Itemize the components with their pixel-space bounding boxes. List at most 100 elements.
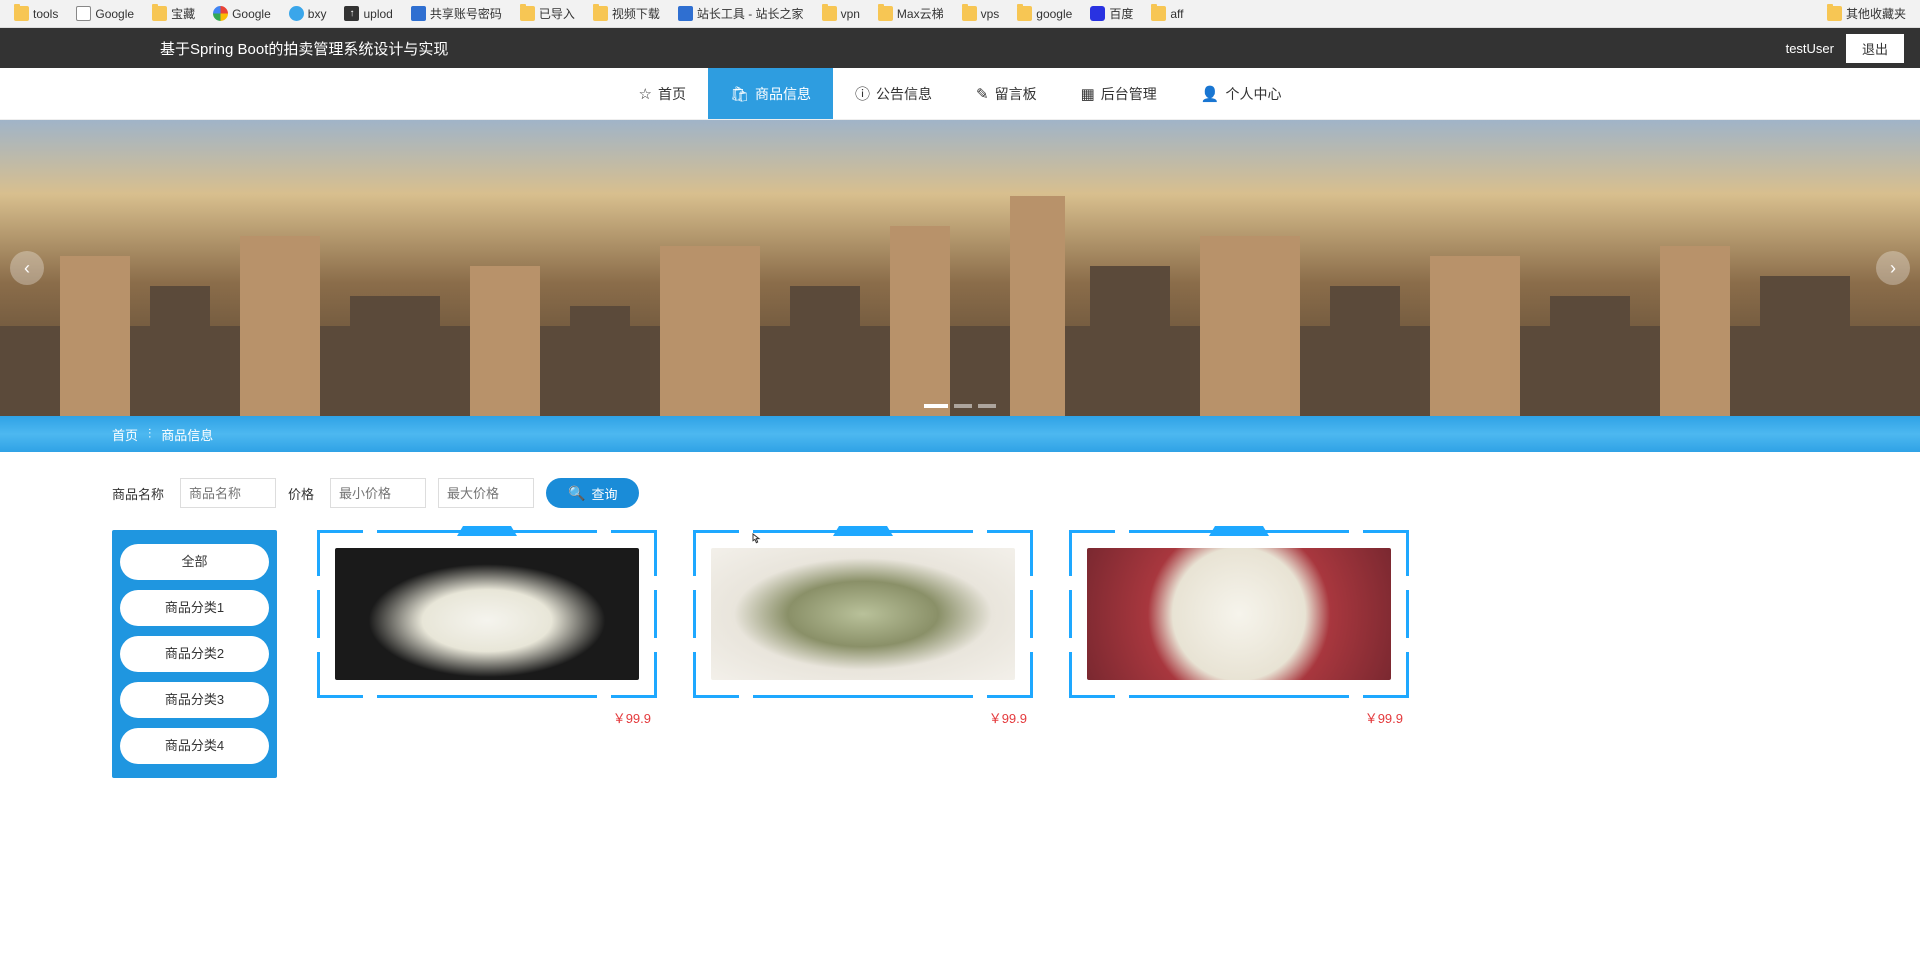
carousel-dot[interactable]	[924, 404, 948, 408]
bookmark-label: google	[1036, 7, 1072, 21]
nav-icon: ⓘ	[855, 83, 870, 104]
nav-label: 个人中心	[1225, 84, 1281, 104]
product-image	[335, 548, 639, 680]
nav-item[interactable]: 👤 个人中心	[1179, 68, 1304, 119]
bookmark-label: Google	[232, 7, 271, 21]
product-card[interactable]: ￥99.9	[1069, 530, 1409, 727]
max-price-input[interactable]	[438, 478, 534, 508]
bookmark-item[interactable]: 视频下载	[587, 3, 666, 24]
nav-label: 留言板	[995, 84, 1037, 104]
search-button[interactable]: 🔍 查询	[546, 478, 639, 508]
bookmark-other-folder[interactable]: 其他收藏夹	[1821, 3, 1912, 24]
name-label: 商品名称	[112, 484, 164, 503]
product-frame	[693, 530, 1033, 698]
category-item[interactable]: 商品分类2	[120, 636, 269, 672]
bookmark-label: 共享账号密码	[430, 5, 502, 22]
breadcrumb-current: 商品信息	[161, 425, 213, 444]
nav-label: 公告信息	[876, 84, 932, 104]
search-button-label: 查询	[591, 484, 617, 503]
carousel-prev-button[interactable]: ‹	[10, 251, 44, 285]
category-item[interactable]: 商品分类3	[120, 682, 269, 718]
bookmark-item[interactable]: 共享账号密码	[405, 3, 508, 24]
bookmark-label: 站长工具 - 站长之家	[697, 5, 804, 22]
nav-icon: ☆	[639, 85, 652, 103]
bookmark-item[interactable]: aff	[1145, 4, 1189, 23]
bookmark-item[interactable]: google	[1011, 4, 1078, 23]
bookmark-item[interactable]: vpn	[816, 4, 866, 23]
nav-item[interactable]: ▦ 后台管理	[1059, 68, 1179, 119]
nav-label: 后台管理	[1101, 84, 1157, 104]
bookmark-label: vpn	[841, 7, 860, 21]
breadcrumb-home[interactable]: 首页	[112, 425, 138, 444]
product-image	[711, 548, 1015, 680]
nav-label: 商品信息	[755, 84, 811, 104]
nav-icon: 🛍	[730, 85, 749, 103]
bookmark-item[interactable]: 百度	[1084, 3, 1139, 24]
skyline-decor	[0, 196, 1920, 416]
bookmark-item[interactable]: 已导入	[514, 3, 581, 24]
breadcrumb-sep: ⫶	[148, 426, 151, 442]
username-label: testUser	[1786, 41, 1834, 56]
nav-icon: ▦	[1081, 85, 1095, 103]
product-name-input[interactable]	[180, 478, 276, 508]
bookmark-item[interactable]: 站长工具 - 站长之家	[672, 3, 810, 24]
product-price: ￥99.9	[317, 708, 657, 727]
content-row: 全部商品分类1 商品分类2 商品分类3 商品分类4 ￥99.9 ￥99.9 ￥99.9	[0, 530, 1920, 818]
product-price: ￥99.9	[1069, 708, 1409, 727]
bookmark-item[interactable]: tools	[8, 4, 64, 23]
bookmark-label: vps	[981, 7, 1000, 21]
category-panel: 全部商品分类1 商品分类2 商品分类3 商品分类4	[112, 530, 277, 778]
product-price: ￥99.9	[693, 708, 1033, 727]
bookmark-item[interactable]: Google	[207, 4, 277, 23]
bookmark-label: 宝藏	[171, 5, 195, 22]
category-item[interactable]: 全部	[120, 544, 269, 580]
bookmark-item[interactable]: vps	[956, 4, 1006, 23]
product-image	[1087, 548, 1391, 680]
bookmark-label: bxy	[308, 7, 327, 21]
bookmark-label: tools	[33, 7, 58, 21]
bookmark-label: 已导入	[539, 5, 575, 22]
carousel-next-button[interactable]: ›	[1876, 251, 1910, 285]
product-row: ￥99.9 ￥99.9 ￥99.9	[317, 530, 1409, 727]
bookmark-item[interactable]: Google	[70, 4, 140, 23]
bookmark-label: 百度	[1109, 5, 1133, 22]
product-card[interactable]: ￥99.9	[693, 530, 1033, 727]
nav-item[interactable]: ✎ 留言板	[954, 68, 1059, 119]
bookmark-item[interactable]: 宝藏	[146, 3, 201, 24]
bookmark-label: 其他收藏夹	[1846, 5, 1906, 22]
nav-icon: 👤	[1201, 85, 1220, 103]
carousel-dot[interactable]	[978, 404, 996, 408]
bookmark-item[interactable]: bxy	[283, 4, 333, 23]
bookmark-item[interactable]: Max云梯	[872, 3, 950, 24]
product-frame	[317, 530, 657, 698]
bookmark-item[interactable]: ↑uplod	[338, 4, 398, 23]
carousel-dot[interactable]	[954, 404, 972, 408]
category-item[interactable]: 商品分类1	[120, 590, 269, 626]
min-price-input[interactable]	[330, 478, 426, 508]
bookmark-label: Max云梯	[897, 5, 944, 22]
nav-icon: ✎	[976, 85, 989, 103]
bookmark-label: aff	[1170, 7, 1183, 21]
nav-item[interactable]: ⓘ 公告信息	[833, 68, 954, 119]
bookmarks-bar: tools Google 宝藏 Google bxy ↑uplod 共享账号密码 已导入 视频下…	[0, 0, 1920, 28]
search-icon: 🔍	[568, 485, 585, 502]
price-label: 价格	[288, 484, 314, 503]
category-item[interactable]: 商品分类4	[120, 728, 269, 764]
product-card[interactable]: ￥99.9	[317, 530, 657, 727]
product-frame	[1069, 530, 1409, 698]
nav-bar: ☆ 首页 🛍 商品信息 ⓘ 公告信息 ✎ 留言板 ▦ 后台管理 👤 个人中心	[0, 68, 1920, 120]
bookmark-label: 视频下载	[612, 5, 660, 22]
carousel-dots	[924, 404, 996, 408]
search-row: 商品名称 价格 🔍 查询	[0, 452, 1920, 530]
nav-item[interactable]: 🛍 商品信息	[708, 68, 833, 119]
app-title: 基于Spring Boot的拍卖管理系统设计与实现	[160, 38, 448, 59]
carousel-image	[0, 120, 1920, 416]
logout-button[interactable]: 退出	[1846, 34, 1904, 63]
carousel: ‹ ›	[0, 120, 1920, 416]
bookmark-label: uplod	[363, 7, 392, 21]
breadcrumb: 首页 ⫶ 商品信息	[0, 416, 1920, 452]
header-bar: 基于Spring Boot的拍卖管理系统设计与实现 testUser 退出	[0, 28, 1920, 68]
nav-item[interactable]: ☆ 首页	[617, 68, 708, 119]
bookmark-label: Google	[95, 7, 134, 21]
nav-label: 首页	[658, 84, 686, 104]
